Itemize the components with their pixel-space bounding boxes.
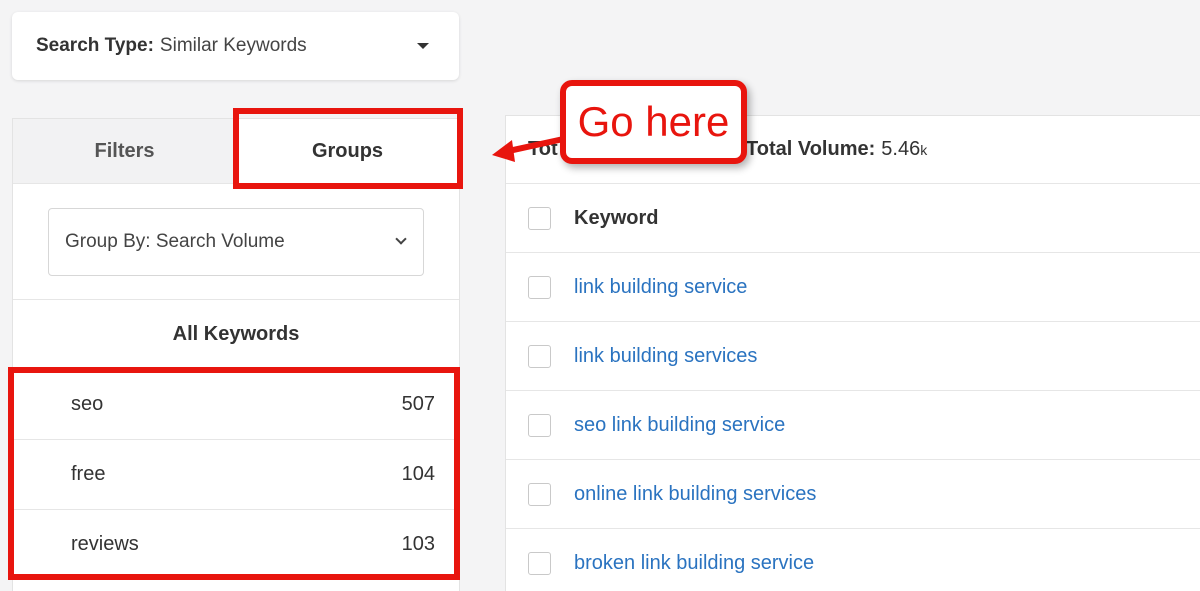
group-row-seo[interactable]: seo 507	[13, 370, 459, 440]
group-by-select[interactable]: Group By: Search Volume	[48, 208, 424, 276]
tab-bar: Filters Groups	[13, 119, 459, 184]
group-row-free[interactable]: free 104	[13, 440, 459, 510]
keyword-link[interactable]: link building service	[574, 276, 747, 299]
caret-down-icon	[417, 43, 429, 49]
group-by-value: Group By: Search Volume	[65, 231, 285, 252]
group-by-container: Group By: Search Volume	[13, 184, 459, 300]
keyword-column-header[interactable]: Keyword	[574, 207, 658, 230]
row-checkbox[interactable]	[528, 275, 551, 299]
group-count: 103	[401, 533, 435, 555]
group-name: seo	[71, 393, 104, 415]
table-row: seo link building service	[506, 391, 1200, 460]
table-row: online link building services	[506, 460, 1200, 529]
row-checkbox[interactable]	[528, 344, 551, 368]
go-here-callout: Go here	[560, 80, 747, 164]
search-type-dropdown[interactable]: Search Type: Similar Keywords	[12, 12, 459, 80]
group-count: 104	[401, 463, 435, 485]
group-name: reviews	[71, 533, 139, 555]
keyword-link[interactable]: seo link building service	[574, 414, 785, 437]
group-row-reviews[interactable]: reviews 103	[13, 510, 459, 580]
tab-filters[interactable]: Filters	[13, 119, 236, 183]
total-volume-label: Total Volume:	[746, 138, 876, 160]
row-checkbox[interactable]	[528, 551, 551, 575]
left-panel: Filters Groups Group By: Search Volume A…	[12, 118, 460, 591]
keyword-link[interactable]: online link building services	[574, 483, 816, 506]
table-row: link building services	[506, 322, 1200, 391]
keyword-results-panel: Tot Total Volume: 5.46 k Keyword link bui…	[505, 115, 1200, 591]
arrow-left-icon	[492, 135, 570, 162]
row-checkbox[interactable]	[528, 482, 551, 506]
keyword-link[interactable]: link building services	[574, 345, 757, 368]
table-row: link building service	[506, 253, 1200, 322]
search-type-label: Search Type:	[36, 35, 154, 56]
row-checkbox[interactable]	[528, 413, 551, 437]
chevron-down-icon	[395, 233, 407, 245]
search-type-value: Similar Keywords	[159, 35, 307, 56]
tab-groups[interactable]: Groups	[236, 119, 459, 183]
select-all-checkbox[interactable]	[528, 206, 551, 230]
keyword-link[interactable]: broken link building service	[574, 552, 814, 575]
total-volume-value: 5.46	[881, 138, 921, 160]
table-header: Keyword	[506, 184, 1200, 253]
group-name: free	[71, 463, 106, 485]
table-row: broken link building service	[506, 529, 1200, 591]
group-count: 507	[401, 393, 435, 415]
all-keywords-item[interactable]: All Keywords	[13, 300, 459, 370]
total-volume-suffix: k	[920, 141, 928, 158]
